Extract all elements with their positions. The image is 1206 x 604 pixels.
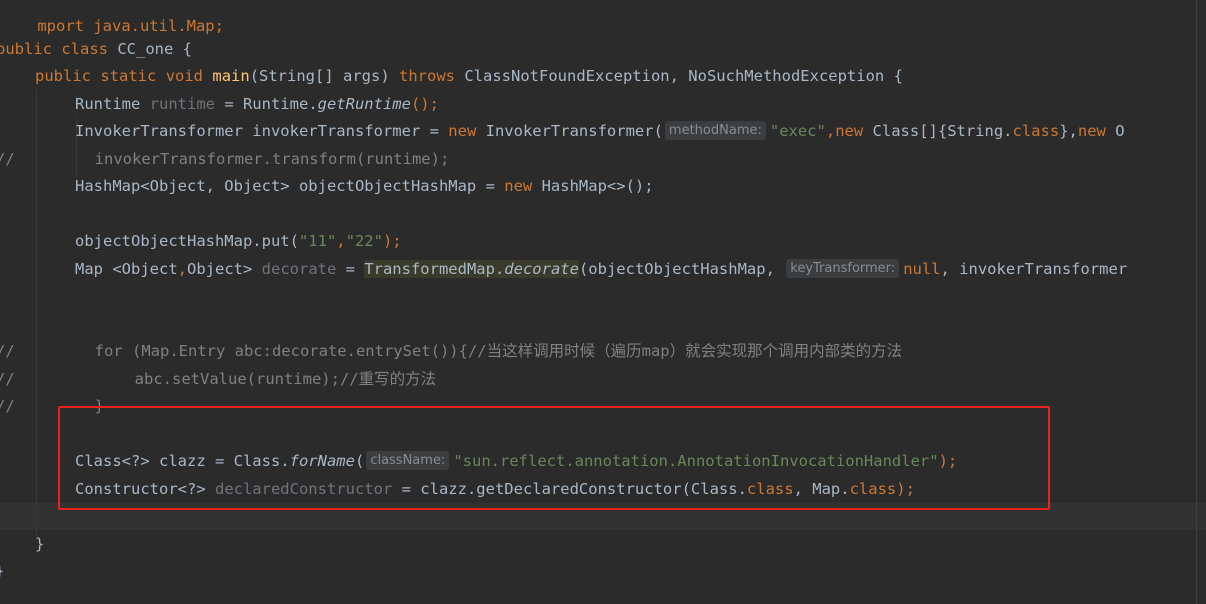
parameter-hint: keyTransformer:: [786, 259, 900, 278]
code-line-main-decl[interactable]: public static void main(String[] args) t…: [35, 63, 903, 90]
call: , Map.: [793, 480, 850, 498]
code-line-class-decl[interactable]: public class CC_one {: [0, 36, 192, 63]
args: (objectObjectHashMap,: [578, 260, 785, 278]
comment-marker: //: [0, 370, 15, 388]
code-line-close-method[interactable]: }: [35, 531, 44, 558]
decl: HashMap<Object, Object> objectObjectHash…: [75, 177, 505, 195]
brace: }: [0, 562, 4, 580]
code: O: [1105, 122, 1125, 140]
call: = clazz.getDeclaredConstructor(Class.: [392, 480, 747, 498]
comment-marker: //: [0, 150, 15, 168]
string-literal: "sun.reflect.annotation.AnnotationInvoca…: [453, 452, 939, 470]
comment-marker: //: [0, 397, 15, 415]
string-literal: "11": [298, 232, 337, 250]
code-line-commented-setvalue[interactable]: // abc.setValue(runtime);//重写的方法: [0, 366, 436, 393]
keyword: void: [165, 67, 204, 85]
punct: ,: [177, 260, 187, 278]
ctor: InvokerTransformer(: [476, 122, 663, 140]
assign: = Runtime.: [214, 95, 318, 113]
comment-code: abc.setValue(runtime);//重写的方法: [134, 370, 437, 388]
keyword: new: [835, 122, 864, 140]
type: Map <Object: [75, 260, 178, 278]
keyword: new: [448, 122, 477, 140]
punct: ();: [410, 95, 439, 113]
string-literal: "exec": [769, 122, 826, 140]
type: Runtime: [75, 95, 150, 113]
assign: =: [336, 260, 365, 278]
keyword: public: [0, 40, 52, 58]
punct: );: [382, 232, 402, 250]
code-line-hashmap[interactable]: HashMap<Object, Object> objectObjectHash…: [75, 173, 654, 200]
class-ref: TransformedMap.: [364, 260, 505, 278]
punct: );: [938, 452, 958, 470]
variable-unused: runtime: [149, 95, 215, 113]
keyword: class: [61, 40, 109, 58]
code-line-import[interactable]: mport java.util.Map;: [0, 0, 224, 35]
code-line-runtime[interactable]: Runtime runtime = Runtime.getRuntime();: [75, 91, 439, 118]
keyword: public: [35, 67, 91, 85]
punct: ,: [336, 232, 346, 250]
punct: ,: [825, 122, 836, 140]
comment-code: }: [94, 397, 105, 415]
code: },: [1059, 122, 1078, 140]
comment-marker: //: [0, 342, 15, 360]
static-call: getRuntime: [317, 95, 411, 113]
usage-highlight: TransformedMap.decorate: [364, 260, 579, 278]
static-call: decorate: [504, 260, 579, 278]
code-editor[interactable]: mport java.util.Map; public class CC_one…: [0, 0, 1206, 604]
comment-code: invokerTransformer.transform(runtime);: [94, 150, 450, 168]
ctor: HashMap<>();: [532, 177, 654, 195]
params: (String[] args): [249, 67, 399, 85]
call: objectObjectHashMap.put(: [75, 232, 299, 250]
exceptions: ClassNotFoundException, NoSuchMethodExce…: [455, 67, 903, 85]
current-line-highlight: [0, 503, 1206, 530]
variable-unused: decorate: [261, 260, 337, 278]
parameter-hint: methodName:: [664, 121, 766, 140]
code-line-commented-brace[interactable]: //}: [0, 393, 104, 420]
scrollbar[interactable]: [1196, 0, 1197, 604]
code-line-decorate[interactable]: Map <Object,Object> decorate = Transform…: [75, 256, 1127, 283]
class-name: CC_one {: [108, 40, 193, 58]
type: Object>: [187, 260, 262, 278]
brace: }: [35, 535, 45, 553]
string-literal: "22": [345, 232, 383, 250]
punct: (: [354, 452, 365, 470]
punct: );: [896, 480, 915, 498]
keyword: new: [504, 177, 533, 195]
keyword: throws: [399, 67, 455, 85]
method-name: main: [212, 67, 250, 85]
code-line-invoker-transformer[interactable]: InvokerTransformer invokerTransformer = …: [75, 118, 1125, 145]
decl: InvokerTransformer invokerTransformer =: [75, 122, 449, 140]
code-line-close-class[interactable]: }: [0, 558, 4, 585]
keyword: class: [1012, 122, 1060, 140]
keyword: new: [1077, 122, 1106, 140]
static-call: forName: [289, 452, 355, 470]
keyword: class: [849, 480, 897, 498]
args: , invokerTransformer: [940, 260, 1128, 278]
code-line-put[interactable]: objectObjectHashMap.put("11","22");: [75, 228, 402, 255]
code: Class[]{String.: [863, 122, 1013, 140]
type: Constructor<?>: [75, 480, 215, 498]
code-line-forname[interactable]: Class<?> clazz = Class.forName(className…: [75, 448, 957, 475]
comment-code: for (Map.Entry abc:decorate.entrySet()){…: [94, 342, 903, 360]
variable-unused: declaredConstructor: [214, 480, 393, 498]
decl: Class<?> clazz = Class.: [75, 452, 290, 470]
keyword: class: [746, 480, 794, 498]
code-line-commented-transform[interactable]: // invokerTransformer.transform(runtime);: [0, 146, 449, 173]
import-statement: mport java.util.Map;: [37, 17, 224, 35]
keyword: null: [903, 260, 941, 278]
code-line-commented-for[interactable]: // for (Map.Entry abc:decorate.entrySet()…: [0, 338, 902, 365]
code-line-constructor[interactable]: Constructor<?> declaredConstructor = cla…: [75, 476, 915, 503]
keyword: static: [100, 67, 157, 85]
parameter-hint: className:: [366, 451, 450, 470]
